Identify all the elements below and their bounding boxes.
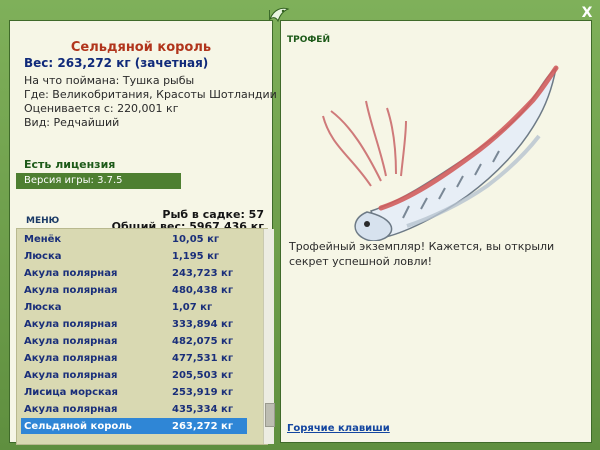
list-item[interactable]: Акула полярная 205,503 кг [21,367,247,383]
fish-weight: 263,272 кг [172,420,234,432]
fish-weight: 253,919 кг [172,386,234,398]
fish-name: Менёк [24,233,62,245]
license-status: Есть лицензия [24,158,116,171]
bait-info: На что поймана: Тушка рыбы [24,74,195,87]
list-item[interactable]: Акула полярная 243,723 кг [21,265,247,281]
fish-name: Акула полярная [24,318,118,330]
fish-weight: 477,531 кг [172,352,234,364]
list-item[interactable]: Люска 1,07 кг [21,299,247,315]
catch-list[interactable]: Менёк 10,05 кг Люска 1,195 кг Акула поля… [16,228,275,445]
fish-name: Акула полярная [24,403,118,415]
fish-name: Сельдяной король [24,420,132,432]
fish-weight: 1,195 кг [172,250,220,262]
list-item-selected[interactable]: Сельдяной король 263,272 кг [21,418,247,434]
list-item[interactable]: Менёк 10,05 кг [21,231,247,247]
scrollbar-thumb[interactable] [265,403,275,427]
fish-weight: 205,503 кг [172,369,234,381]
list-item[interactable]: Люска 1,195 кг [21,248,247,264]
list-item[interactable]: Акула полярная 482,075 кг [21,333,247,349]
fish-weight: 333,894 кг [172,318,234,330]
list-item[interactable]: Лисица морская 253,919 кг [21,384,247,400]
fish-name: Люска [24,250,62,262]
fish-weight: 10,05 кг [172,233,220,245]
fish-name: Люска [24,301,62,313]
close-icon[interactable]: X [580,6,594,20]
fish-weight: 482,075 кг [172,335,234,347]
trophy-panel: ТРОФЕЙ Трофейный экземпляр! Кажется, вы … [280,20,592,443]
catch-weight: Вес: 263,272 кг (зачетная) [24,56,209,70]
catch-title: Сельдяной король [70,40,212,55]
fish-name: Акула полярная [24,369,118,381]
fish-weight: 1,07 кг [172,301,213,313]
game-version: Версия игры: 3.7.5 [16,173,181,189]
list-item[interactable]: Акула полярная 480,438 кг [21,282,247,298]
oarfish-illustration [322,65,559,241]
menu-tab[interactable]: МЕНЮ [26,216,59,226]
list-item[interactable]: Акула полярная 435,334 кг [21,401,247,417]
fish-weight: 480,438 кг [172,284,234,296]
list-item[interactable]: Акула полярная 333,894 кг [21,316,247,332]
list-scrollbar[interactable] [263,229,275,444]
trophy-description: Трофейный экземпляр! Кажется, вы открыли… [289,240,555,268]
kind-info: Вид: Редчайший [24,116,120,129]
trophy-tab[interactable]: ТРОФЕЙ [287,35,330,45]
fish-name: Акула полярная [24,284,118,296]
list-item[interactable]: Акула полярная 477,531 кг [21,350,247,366]
fish-name: Акула полярная [24,335,118,347]
fish-name: Акула полярная [24,352,118,364]
fish-weight: 243,723 кг [172,267,234,279]
fish-weight: 435,334 кг [172,403,234,415]
hotkeys-link[interactable]: Горячие клавиши [287,423,390,434]
value-info: Оценивается с: 220,001 кг [24,102,179,115]
fish-name: Лисица морская [24,386,118,398]
location-info: Где: Великобритания, Красоты Шотландии [24,88,277,101]
fish-name: Акула полярная [24,267,118,279]
catch-info-panel: Сельдяной король Вес: 263,272 кг (зачетн… [9,20,277,445]
